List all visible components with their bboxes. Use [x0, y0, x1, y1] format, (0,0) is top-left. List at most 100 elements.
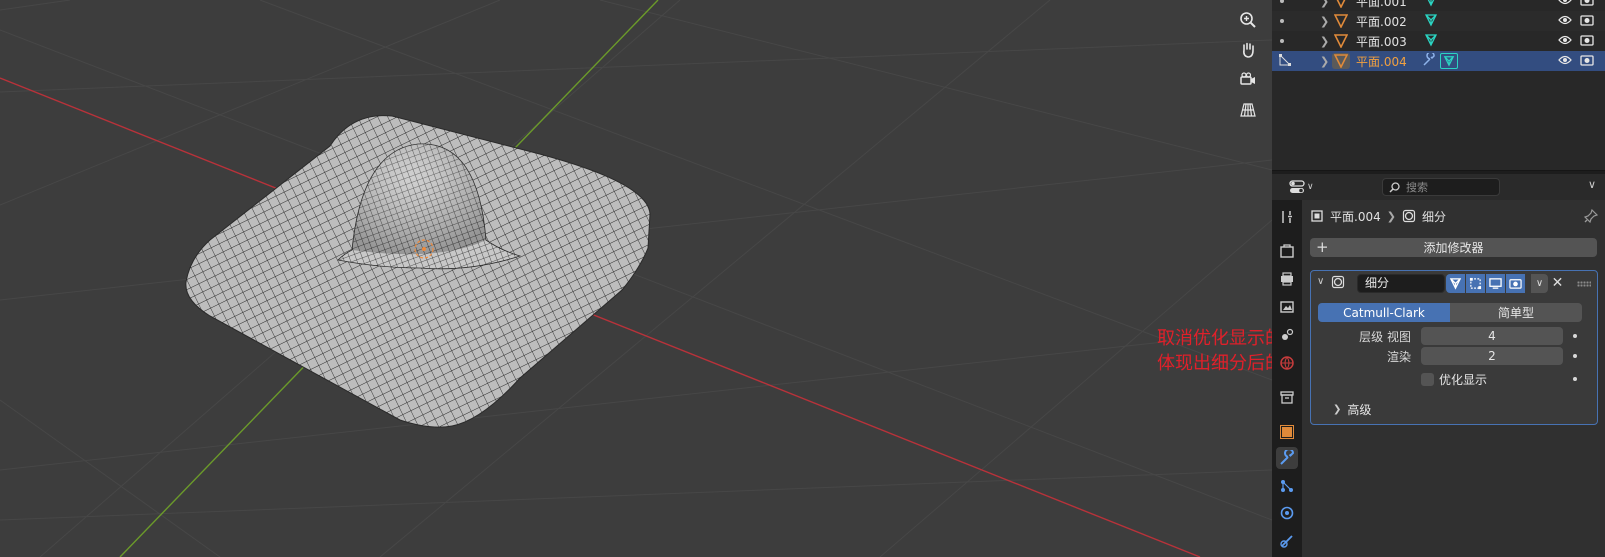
eye-icon[interactable]: [1558, 54, 1572, 68]
mesh-data-icon[interactable]: [1424, 33, 1438, 50]
x-axis-line: [0, 77, 1201, 557]
viewport-display-toggle-icon[interactable]: [1486, 274, 1505, 293]
search-icon: [1389, 181, 1400, 193]
levels-viewport-label: 层级 视图: [1359, 330, 1411, 344]
advanced-label: 高级: [1347, 403, 1372, 417]
subdivision-modifier-icon: [1402, 209, 1416, 223]
add-modifier-button[interactable]: + 添加修改器: [1310, 238, 1597, 257]
breadcrumb-modifier: 细分: [1421, 209, 1446, 224]
outliner-name[interactable]: 平面.001: [1356, 0, 1407, 10]
levels-viewport-field[interactable]: 4: [1421, 327, 1563, 345]
properties-header: ∨ 搜索 ∨: [1272, 174, 1605, 200]
chevron-down-icon[interactable]: ∨: [1584, 178, 1600, 196]
keyframe-dot-icon[interactable]: [1573, 354, 1577, 358]
on-cage-toggle-icon[interactable]: [1466, 274, 1485, 293]
particles-tab-icon[interactable]: [1276, 475, 1298, 497]
expand-arrow-icon[interactable]: ❯: [1320, 0, 1329, 8]
advanced-subpanel[interactable]: ❯ 高级: [1333, 401, 1371, 418]
simple-button[interactable]: 简单型: [1450, 303, 1582, 322]
render-levels-field[interactable]: 2: [1421, 347, 1563, 365]
render-camera-icon[interactable]: [1580, 0, 1594, 9]
3d-viewport[interactable]: [0, 0, 1272, 557]
mesh-data-icon[interactable]: [1424, 13, 1438, 30]
mesh-data-icon[interactable]: [1440, 53, 1458, 69]
viewport-scene[interactable]: [0, 0, 1272, 557]
outliner[interactable]: ❯ 平面.001 ❯ 平面.002 ❯ 平面.003 ❯ 平面.004: [1272, 0, 1605, 171]
subdivision-modifier-panel: ∨ 细分 ∨ ✕ Catmull-Clark 简单型 层级 视图 4 渲染 2: [1310, 270, 1598, 425]
plus-icon: +: [1316, 238, 1329, 256]
zoom-icon[interactable]: [1235, 7, 1261, 33]
edit-mode-toggle-icon[interactable]: [1446, 274, 1465, 293]
object-icon: [1332, 33, 1350, 49]
wrench-modifier-icon[interactable]: [1422, 50, 1436, 70]
object-icon: [1332, 53, 1350, 69]
close-icon[interactable]: ✕: [1549, 274, 1566, 293]
view-layer-tab-icon[interactable]: [1276, 296, 1298, 318]
breadcrumb: 平面.004 ❯ 细分: [1310, 206, 1446, 226]
visibility-dot: [1280, 39, 1284, 43]
eye-icon[interactable]: [1558, 0, 1572, 8]
properties-editor-icon: [1289, 180, 1305, 193]
modifier-name-field[interactable]: 细分: [1357, 274, 1445, 293]
outliner-name[interactable]: 平面.004: [1356, 53, 1407, 70]
outliner-row[interactable]: ❯ 平面.001: [1272, 0, 1605, 11]
render-toggle-icon[interactable]: [1506, 274, 1525, 293]
constraints-tab-icon[interactable]: [1276, 530, 1298, 552]
add-modifier-label: 添加修改器: [1423, 241, 1484, 255]
world-tab-icon[interactable]: [1276, 352, 1298, 374]
expand-arrow-icon[interactable]: ❯: [1320, 15, 1329, 28]
subdivision-type-selector: Catmull-Clark 简单型: [1318, 303, 1582, 322]
camera-view-icon[interactable]: [1235, 67, 1261, 93]
vertex-group-icon: [1278, 53, 1292, 70]
properties-content: 平面.004 ❯ 细分 + 添加修改器 ∨ 细分 ∨ ✕ Catmull-Cla…: [1302, 200, 1605, 557]
subdivision-modifier-icon: [1331, 275, 1345, 292]
properties-tabs: [1272, 200, 1302, 557]
object-icon: [1332, 0, 1350, 9]
object-tab-icon[interactable]: [1276, 421, 1298, 443]
render-tab-icon[interactable]: [1276, 240, 1298, 262]
pin-icon[interactable]: [1583, 208, 1599, 226]
search-placeholder: 搜索: [1406, 181, 1428, 194]
collection-tab-icon[interactable]: [1276, 386, 1298, 408]
physics-tab-icon[interactable]: [1276, 502, 1298, 524]
keyframe-dot-icon[interactable]: [1573, 334, 1577, 338]
output-tab-icon[interactable]: [1276, 268, 1298, 290]
outliner-row[interactable]: ❯ 平面.002: [1272, 11, 1605, 31]
search-input[interactable]: 搜索: [1382, 178, 1500, 196]
hand-pan-icon[interactable]: [1235, 37, 1261, 63]
object-icon: [1332, 13, 1350, 29]
expand-arrow-icon[interactable]: ❯: [1320, 55, 1329, 68]
outliner-name[interactable]: 平面.002: [1356, 13, 1407, 30]
tool-tab-icon[interactable]: [1276, 206, 1298, 228]
outliner-row-selected[interactable]: ❯ 平面.004: [1272, 50, 1605, 71]
outliner-row[interactable]: ❯ 平面.003: [1272, 31, 1605, 51]
modifier-header: ∨ 细分 ∨ ✕: [1311, 271, 1597, 295]
render-camera-icon[interactable]: [1580, 34, 1594, 49]
chevron-down-icon[interactable]: ∨: [1531, 274, 1548, 293]
chevron-down-icon: ∨: [1307, 182, 1314, 192]
scene-tab-icon[interactable]: [1276, 324, 1298, 346]
eye-icon[interactable]: [1558, 14, 1572, 28]
expand-arrow-icon[interactable]: ❯: [1320, 35, 1329, 48]
subdivided-plane-mesh[interactable]: [185, 115, 651, 428]
outliner-name[interactable]: 平面.003: [1356, 33, 1407, 50]
render-camera-icon[interactable]: [1580, 14, 1594, 29]
render-camera-icon[interactable]: [1580, 54, 1594, 69]
breadcrumb-object: 平面.004: [1330, 209, 1381, 224]
keyframe-dot-icon[interactable]: [1573, 377, 1577, 381]
catmull-clark-button[interactable]: Catmull-Clark: [1318, 303, 1450, 322]
chevron-down-icon[interactable]: ∨: [1317, 276, 1324, 287]
modifier-wrench-tab-icon[interactable]: [1276, 447, 1298, 469]
breadcrumb-separator-icon: ❯: [1386, 209, 1396, 223]
optimal-display-label[interactable]: 优化显示: [1439, 371, 1487, 388]
eye-icon[interactable]: [1558, 34, 1572, 48]
mesh-data-icon[interactable]: [1424, 0, 1438, 10]
render-levels-label: 渲染: [1386, 350, 1411, 364]
right-editor-column: ❯ 平面.001 ❯ 平面.002 ❯ 平面.003 ❯ 平面.004 ∨ 搜索…: [1272, 0, 1605, 557]
visibility-dot: [1280, 19, 1284, 23]
object-icon: [1311, 210, 1323, 222]
drag-grip-icon[interactable]: [1577, 281, 1591, 287]
optimal-display-checkbox[interactable]: [1421, 373, 1434, 386]
perspective-grid-icon[interactable]: [1235, 97, 1261, 123]
editor-type-button[interactable]: ∨: [1286, 178, 1318, 196]
